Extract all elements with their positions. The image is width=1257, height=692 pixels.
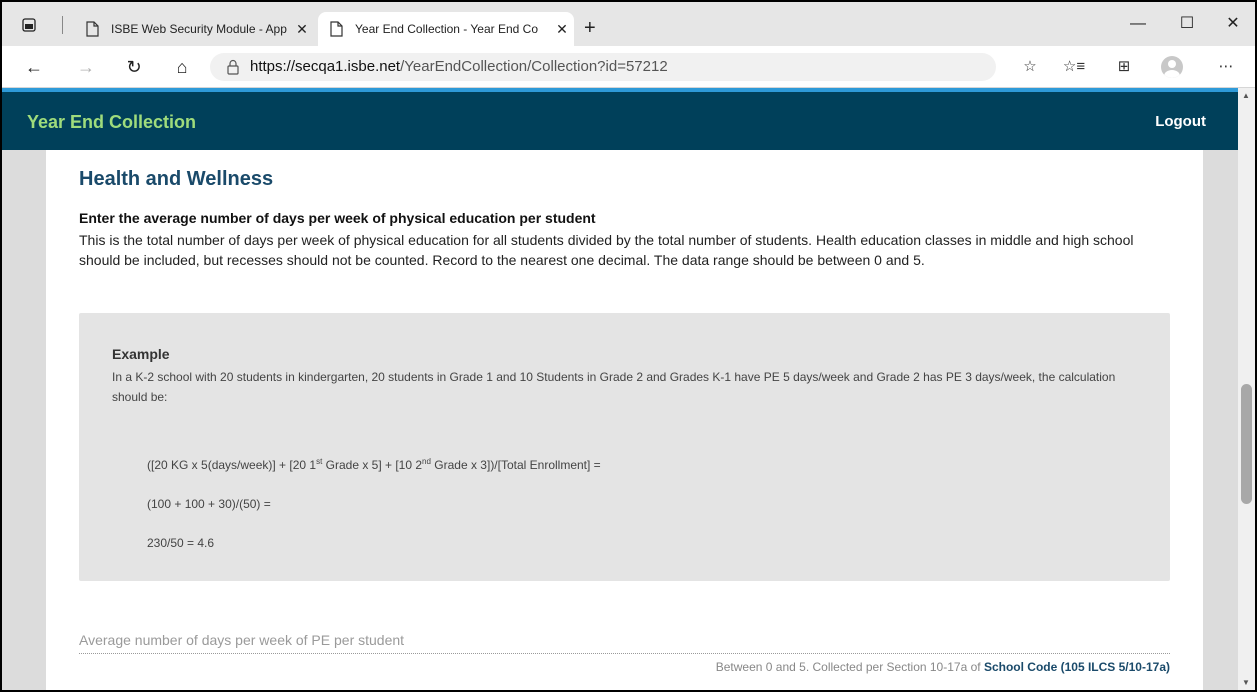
back-arrow-icon[interactable]: ← xyxy=(22,55,46,79)
tab-strip: ISBE Web Security Module - App ✕ Year En… xyxy=(2,2,1255,46)
formula-part: Grade x 3])/[Total Enrollment] = xyxy=(430,458,601,472)
tab-year-end-collection[interactable]: Year End Collection - Year End Co ✕ xyxy=(318,12,574,46)
url-text: https://secqa1.isbe.net/YearEndCollectio… xyxy=(250,58,668,75)
section-title: Health and Wellness xyxy=(79,168,274,190)
pe-days-field: Average number of days per week of PE pe… xyxy=(79,630,1170,654)
formula-superscript: nd xyxy=(422,457,431,466)
collections-icon[interactable]: ⊞ xyxy=(1112,55,1136,79)
logout-link[interactable]: Logout xyxy=(1155,113,1206,130)
address-bar[interactable]: https://secqa1.isbe.net/YearEndCollectio… xyxy=(210,53,996,81)
example-text: In a K-2 school with 20 students in kind… xyxy=(112,370,1116,404)
window-close-icon[interactable]: ✕ xyxy=(1221,12,1245,36)
url-host: https://secqa1.isbe.net xyxy=(250,58,401,75)
app-title[interactable]: Year End Collection xyxy=(27,112,196,133)
help-prefix: Between 0 and 5. Collected per Section 1… xyxy=(715,660,984,674)
school-code-link[interactable]: School Code (105 ILCS 5/10-17a) xyxy=(984,660,1170,674)
page-viewport: Year End Collection Logout Health and We… xyxy=(2,88,1255,690)
example-result: 230/50 = 4.6 xyxy=(147,536,215,550)
favorites-icon[interactable]: ☆≡ xyxy=(1062,55,1086,79)
pe-days-input[interactable] xyxy=(79,630,1170,652)
refresh-icon[interactable]: ↻ xyxy=(122,55,146,79)
forward-arrow-icon[interactable]: → xyxy=(74,55,98,79)
scroll-down-icon[interactable]: ▼ xyxy=(1242,678,1250,687)
tab-separator xyxy=(62,16,63,34)
formula-part: Grade x 5] + [10 2 xyxy=(322,458,423,472)
question-description: This is the total number of days per wee… xyxy=(79,232,1134,268)
avatar xyxy=(1161,56,1183,78)
tab-isbe-web-security[interactable]: ISBE Web Security Module - App ✕ xyxy=(74,12,314,46)
page-icon xyxy=(330,21,343,37)
example-box: Example In a K-2 school with 20 students… xyxy=(79,313,1170,581)
scroll-thumb[interactable] xyxy=(1241,384,1252,504)
tab-actions-icon[interactable] xyxy=(22,18,36,32)
example-formula: ([20 KG x 5(days/week)] + [20 1st Grade … xyxy=(147,457,601,473)
example-title: Example xyxy=(112,346,170,362)
lock-icon[interactable] xyxy=(226,59,240,75)
question-title: Enter the average number of days per wee… xyxy=(79,210,596,226)
formula-part: ([20 KG x 5(days/week)] + [20 1 xyxy=(147,458,317,472)
browser-toolbar: ← → ↻ ⌂ https://secqa1.isbe.net/YearEndC… xyxy=(2,46,1255,88)
home-icon[interactable]: ⌂ xyxy=(170,55,194,79)
close-icon[interactable]: ✕ xyxy=(550,21,574,38)
more-options-icon[interactable]: ⋯ xyxy=(1214,55,1238,79)
url-path: /YearEndCollection/Collection?id=57212 xyxy=(400,58,668,75)
page-icon xyxy=(86,21,99,37)
minimize-icon[interactable]: — xyxy=(1126,12,1150,36)
profile-avatar[interactable] xyxy=(1160,55,1184,79)
page-scrollbar[interactable]: ▲ ▼ xyxy=(1238,88,1255,690)
tab-title: Year End Collection - Year End Co xyxy=(355,22,539,36)
field-help-text: Between 0 and 5. Collected per Section 1… xyxy=(716,660,1170,674)
content-card: Health and Wellness Enter the average nu… xyxy=(46,150,1203,690)
new-tab-button[interactable]: + xyxy=(584,18,596,38)
close-icon[interactable]: ✕ xyxy=(290,21,314,38)
example-sum: (100 + 100 + 30)/(50) = xyxy=(147,497,271,511)
add-favorite-icon[interactable]: ☆ xyxy=(1018,55,1042,79)
app-header: Year End Collection Logout xyxy=(2,92,1238,150)
maximize-icon[interactable]: ☐ xyxy=(1175,12,1199,36)
scroll-up-icon[interactable]: ▲ xyxy=(1242,91,1250,100)
tab-title: ISBE Web Security Module - App xyxy=(111,22,287,36)
browser-window: ISBE Web Security Module - App ✕ Year En… xyxy=(0,0,1257,692)
